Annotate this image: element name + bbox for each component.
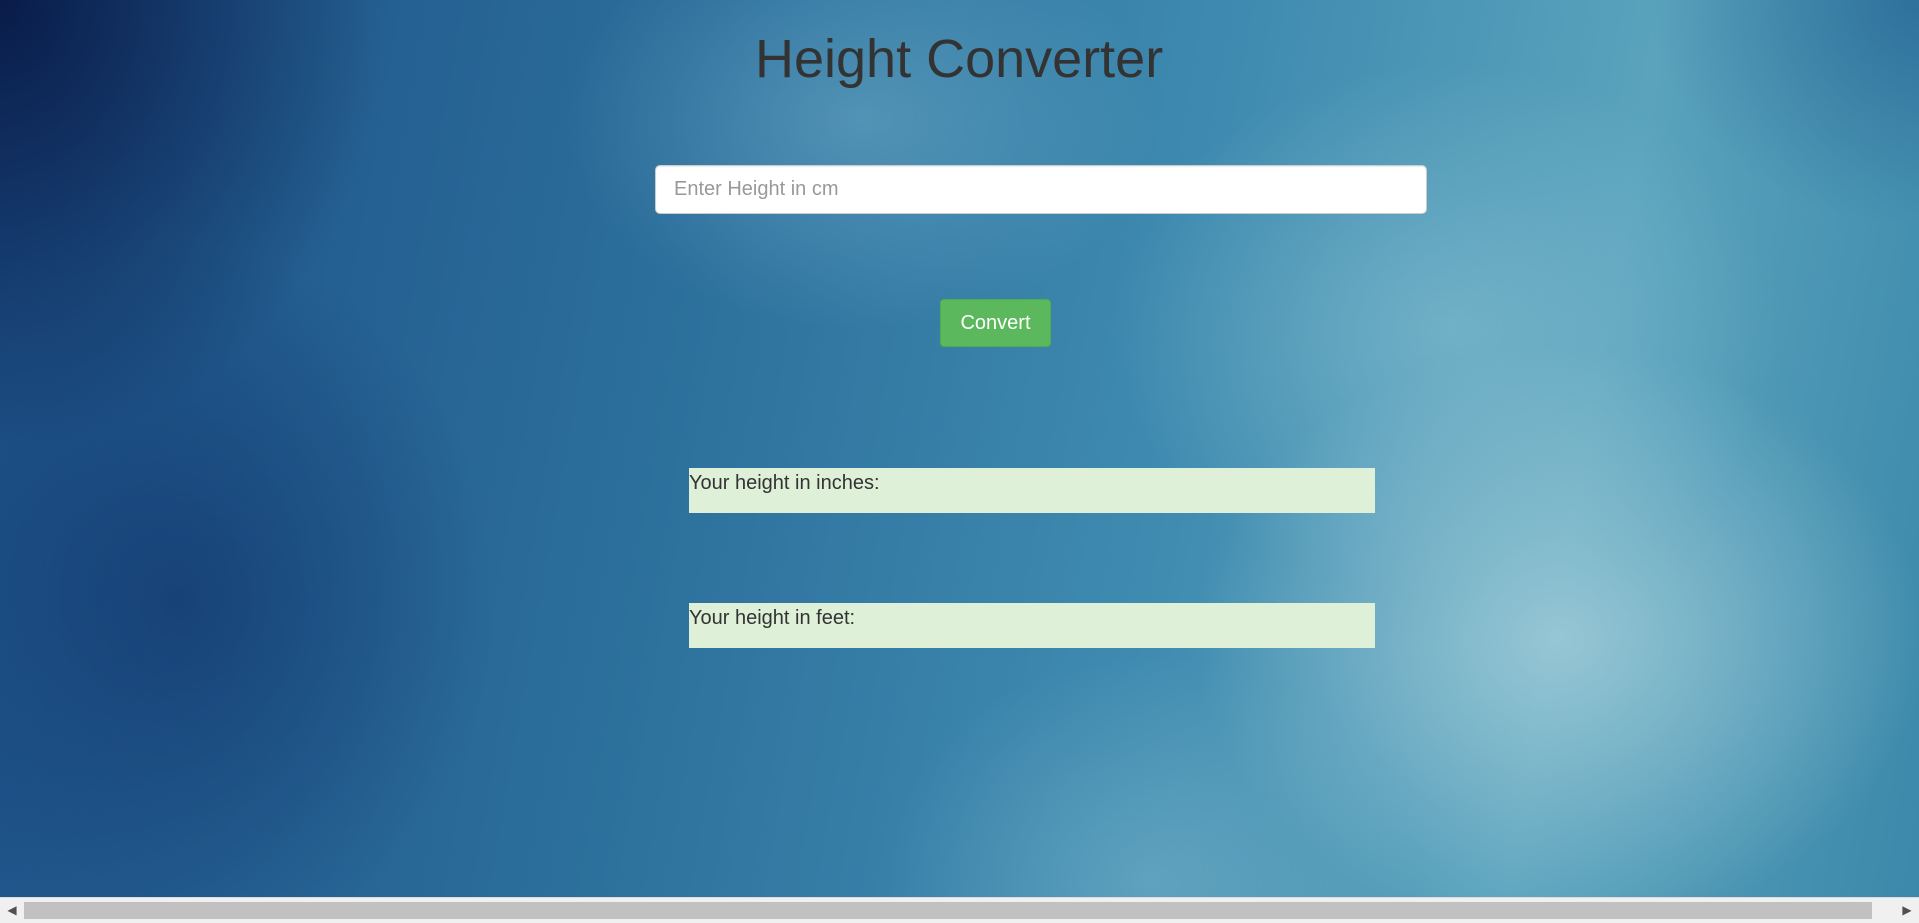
arrow-left-icon[interactable]: ◀ — [0, 898, 24, 923]
result-feet: Your height in feet: — [689, 603, 1375, 648]
horizontal-scrollbar[interactable]: ◀ ▶ — [0, 897, 1919, 923]
result-inches: Your height in inches: — [689, 468, 1375, 513]
arrow-right-icon[interactable]: ▶ — [1895, 898, 1919, 923]
height-input[interactable] — [655, 165, 1427, 214]
scrollbar-thumb[interactable] — [24, 902, 1872, 919]
page-title-text: Height Converter — [755, 29, 1164, 89]
convert-button[interactable]: Convert — [940, 299, 1051, 347]
